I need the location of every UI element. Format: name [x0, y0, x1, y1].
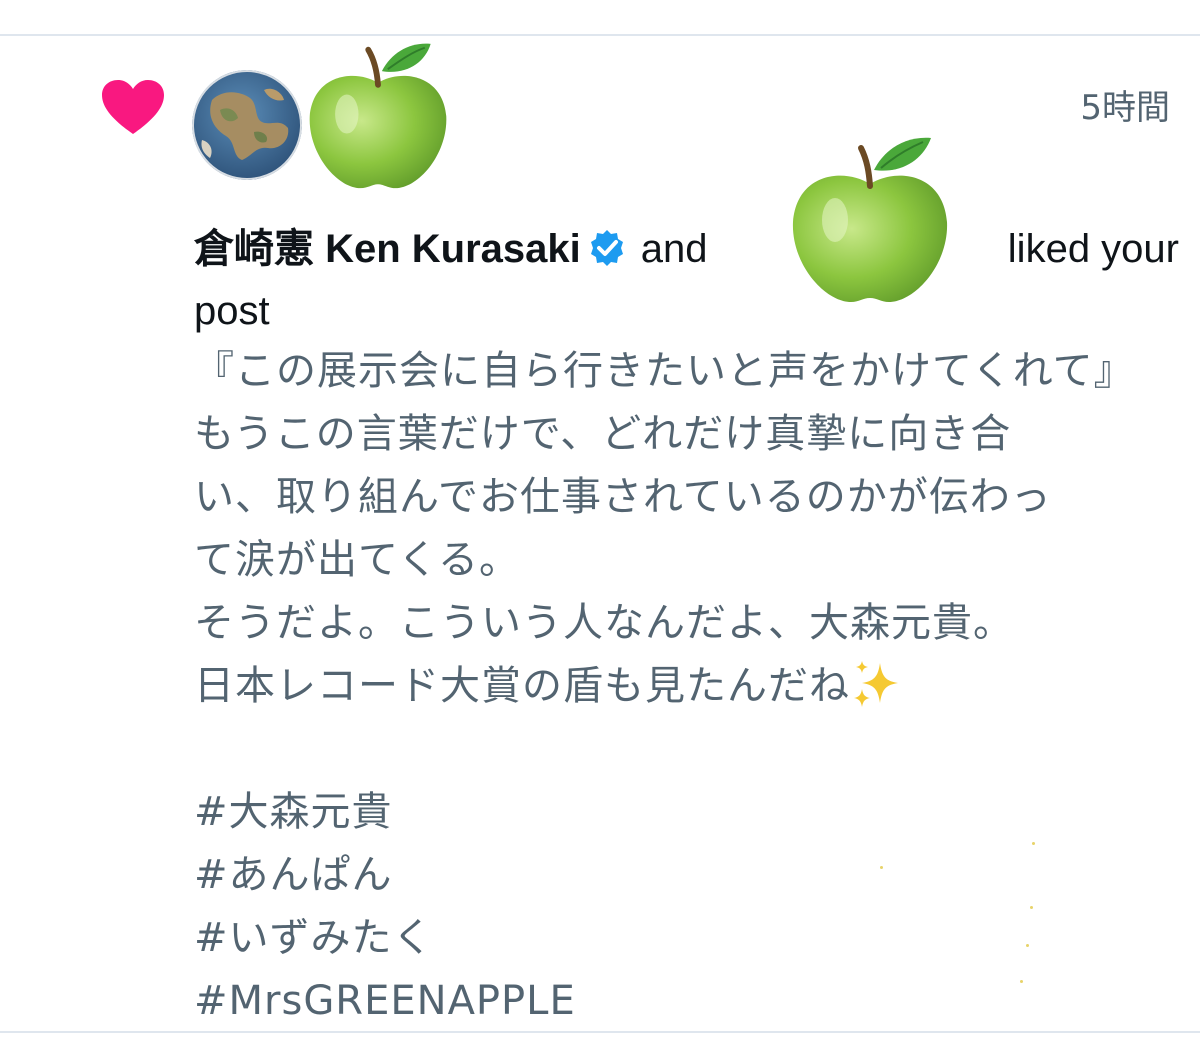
hashtag-link[interactable]: #いずみたく [194, 907, 1184, 970]
post-line: て涙が出てくる。 [194, 537, 520, 583]
timestamp: 5時間 [1080, 88, 1170, 128]
sparkle-speck [1020, 980, 1023, 983]
avatar[interactable] [192, 70, 302, 180]
verified-badge-icon [590, 230, 623, 266]
post-line: もうこの言葉だけで、どれだけ真摯に向き合 [194, 411, 1012, 457]
hashtag-link[interactable]: #あんぱん [194, 844, 1184, 907]
green-apple-emoji [792, 137, 948, 302]
top-divider [0, 34, 1200, 36]
post-line: い、取り組んでお仕事されているのかが伝わっ [194, 474, 1052, 520]
action-object-text: post [194, 289, 270, 333]
notification-headline: 倉崎憲 Ken Kurasaki and liked your post [194, 218, 1179, 342]
sparkle-speck [1030, 906, 1033, 909]
post-line: 日本レコード大賞の盾も見たんだね [194, 663, 850, 709]
sparkle-speck [1026, 944, 1029, 947]
actor-name[interactable]: 倉崎憲 Ken Kurasaki [194, 227, 581, 271]
hashtag-link[interactable]: #MrsGREENAPPLE [194, 970, 1184, 1033]
sparkle-speck [1032, 842, 1035, 845]
sparkles-emoji [854, 661, 898, 707]
post-line-with-emoji: 日本レコード大賞の盾も見たんだね [194, 655, 1184, 718]
post-line: そうだよ。こういう人なんだよ、大森元貴。 [194, 600, 1014, 646]
hashtag-link[interactable]: #大森元貴 [194, 781, 1184, 844]
bottom-divider [0, 1031, 1200, 1033]
sparkle-speck [880, 866, 883, 869]
green-apple-emoji [309, 43, 447, 189]
heart-icon [102, 80, 164, 134]
conjunction-text: and [640, 227, 708, 271]
post-body[interactable]: 『この展示会に自ら行きたいと声をかけてくれて』 もうこの言葉だけで、どれだけ真摯… [194, 340, 1184, 1033]
action-text: liked your [1007, 227, 1179, 271]
post-line: 『この展示会に自ら行きたいと声をかけてくれて』 [194, 348, 1135, 394]
